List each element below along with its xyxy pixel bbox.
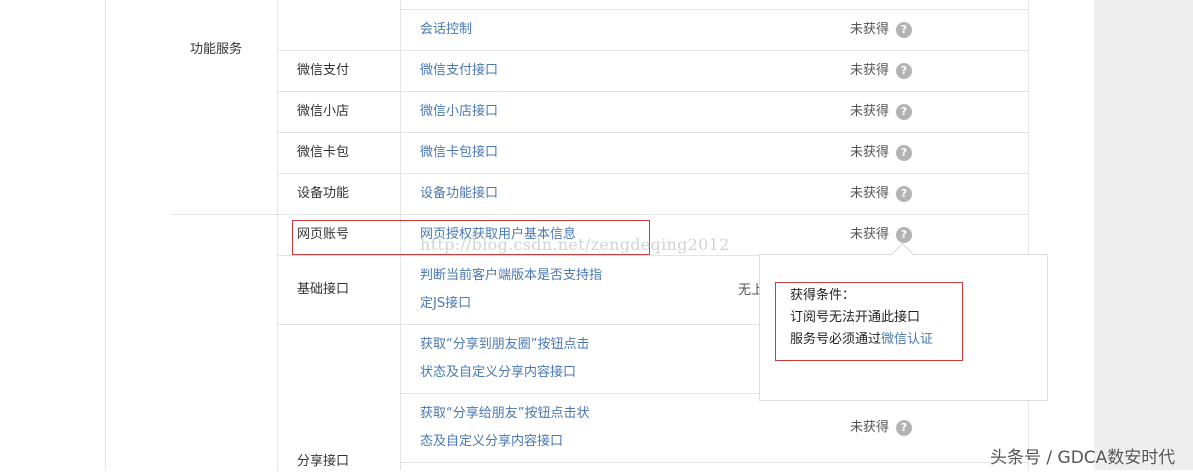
blog-watermark: http://blog.csdn.net/zengdeqing2012	[420, 235, 730, 254]
row-divider	[400, 393, 760, 394]
table-col-divider-1	[277, 0, 278, 470]
status-text: 未获得	[850, 420, 890, 435]
row-divider	[277, 91, 1028, 92]
category-wechat-store: 微信小店	[297, 104, 350, 119]
help-icon[interactable]: ?	[896, 420, 912, 436]
page-gutter	[1094, 0, 1193, 470]
help-icon[interactable]: ?	[896, 145, 912, 161]
link-session-control[interactable]: 会话控制	[420, 20, 472, 40]
help-icon[interactable]: ?	[896, 63, 912, 79]
row-divider	[277, 173, 1028, 174]
row-divider	[277, 132, 1028, 133]
link-check-js-api[interactable]: 判断当前客户端版本是否支持指 定JS接口	[420, 262, 630, 318]
help-icon[interactable]: ?	[896, 22, 912, 38]
status-text: 未获得	[850, 186, 890, 201]
row-divider	[277, 324, 760, 325]
status-text: 未获得	[850, 104, 890, 119]
link-wechat-card-api[interactable]: 微信卡包接口	[420, 143, 498, 163]
category-basic-interface: 基础接口	[297, 282, 350, 297]
link-line: 定JS接口	[420, 296, 472, 311]
wechat-verification-link[interactable]: 微信认证	[881, 332, 933, 347]
row-divider	[400, 9, 1028, 10]
section-divider	[171, 214, 1028, 215]
section-label-function-services: 功能服务	[190, 42, 243, 57]
status-text: 未获得	[850, 227, 890, 242]
table-left-border	[105, 0, 106, 470]
popover-line-2: 服务号必须通过微信认证	[790, 329, 933, 351]
category-wechat-card: 微信卡包	[297, 145, 350, 160]
link-wechat-pay-api[interactable]: 微信支付接口	[420, 61, 498, 81]
row-divider	[277, 255, 760, 256]
help-icon[interactable]: ?	[896, 104, 912, 120]
link-line: 判断当前客户端版本是否支持指	[420, 268, 603, 283]
status-text: 未获得	[850, 145, 890, 160]
link-device-api[interactable]: 设备功能接口	[420, 184, 498, 204]
popover-title: 获得条件：	[790, 288, 856, 303]
status-text: 未获得	[850, 22, 890, 37]
link-line: 态及自定义分享内容接口	[420, 434, 564, 449]
status-text: 未获得	[850, 63, 890, 78]
popover-line-1: 订阅号无法开通此接口	[790, 310, 921, 325]
link-wechat-store-api[interactable]: 微信小店接口	[420, 102, 498, 122]
popover-line-2-prefix: 服务号必须通过	[790, 332, 882, 347]
help-icon[interactable]: ?	[896, 186, 912, 202]
link-line: 获取“分享到朋友圈”按钮点击	[420, 337, 590, 352]
link-line: 状态及自定义分享内容接口	[420, 365, 577, 380]
category-wechat-pay: 微信支付	[297, 63, 350, 78]
row-divider	[277, 50, 1028, 51]
row-divider	[400, 462, 1028, 463]
category-device: 设备功能	[297, 186, 350, 201]
corner-watermark: 头条号 / GDCA数安时代	[990, 448, 1176, 468]
link-share-friend-api[interactable]: 获取“分享给朋友”按钮点击状 态及自定义分享内容接口	[420, 400, 630, 456]
category-share-interface: 分享接口	[297, 454, 350, 469]
help-icon[interactable]: ?	[896, 227, 912, 243]
link-line: 获取“分享给朋友”按钮点击状	[420, 406, 590, 421]
link-share-timeline-api[interactable]: 获取“分享到朋友圈”按钮点击 状态及自定义分享内容接口	[420, 331, 630, 387]
